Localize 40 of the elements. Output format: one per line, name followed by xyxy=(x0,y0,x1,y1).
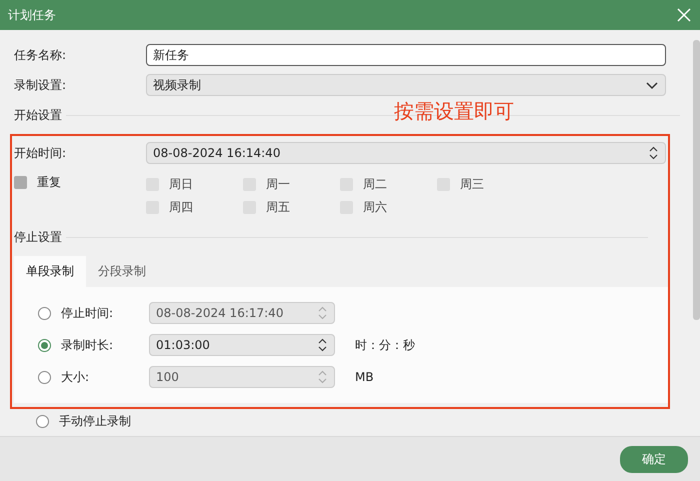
unit-label: MB xyxy=(355,370,374,384)
field-label: 录制设置: xyxy=(14,77,68,94)
checkbox-label: 重复 xyxy=(37,174,61,191)
checkbox-label: 周三 xyxy=(460,176,484,193)
option-label: 停止时间: xyxy=(61,304,114,322)
checkbox-label: 周日 xyxy=(169,176,193,193)
section-heading: 开始设置 xyxy=(14,106,62,124)
checkbox-label: 周六 xyxy=(363,199,387,216)
radio-button[interactable] xyxy=(36,414,49,428)
section-heading: 停止设置 xyxy=(14,228,62,246)
checkbox-label: 周一 xyxy=(266,176,290,193)
spin-field[interactable]: 100 xyxy=(149,366,335,388)
tab[interactable]: 单段录制 xyxy=(14,256,86,287)
spin-field[interactable]: 01:03:00 xyxy=(149,334,335,356)
start-time-field[interactable]: 08-08-2024 16:14:40 xyxy=(146,142,666,164)
spin-field[interactable]: 08-08-2024 16:17:40 xyxy=(149,302,335,324)
spin-arrows-icon[interactable] xyxy=(648,146,659,160)
field-label: 任务名称: xyxy=(14,47,68,64)
spin-arrows-icon[interactable] xyxy=(317,338,328,352)
checkbox-label: 周五 xyxy=(266,199,290,216)
chevron-down-icon xyxy=(645,80,659,90)
radio-button[interactable] xyxy=(38,370,51,384)
recording-dropdown[interactable]: 视频录制 xyxy=(146,74,666,96)
window-title: 计划任务 xyxy=(8,6,56,24)
scrollbar[interactable] xyxy=(693,40,700,320)
checkbox-label: 周四 xyxy=(169,199,193,216)
close-icon[interactable] xyxy=(676,7,692,23)
radio-button[interactable] xyxy=(38,338,51,352)
option-label: 大小: xyxy=(61,368,90,386)
tab[interactable]: 分段录制 xyxy=(86,256,158,287)
radio-button[interactable] xyxy=(38,306,51,320)
annotation-text: 按需设置即可 xyxy=(394,98,514,125)
option-label: 录制时长: xyxy=(61,336,114,354)
confirm-button[interactable]: 确定 xyxy=(620,446,688,472)
repeat-checkbox[interactable] xyxy=(14,176,27,189)
checkbox-label: 周二 xyxy=(363,176,387,193)
option-label: 手动停止录制 xyxy=(59,412,131,430)
field-label: 开始时间: xyxy=(14,145,68,162)
unit-label: 时：分：秒 xyxy=(355,336,415,354)
task-name-field[interactable]: 新任务 xyxy=(146,44,666,66)
